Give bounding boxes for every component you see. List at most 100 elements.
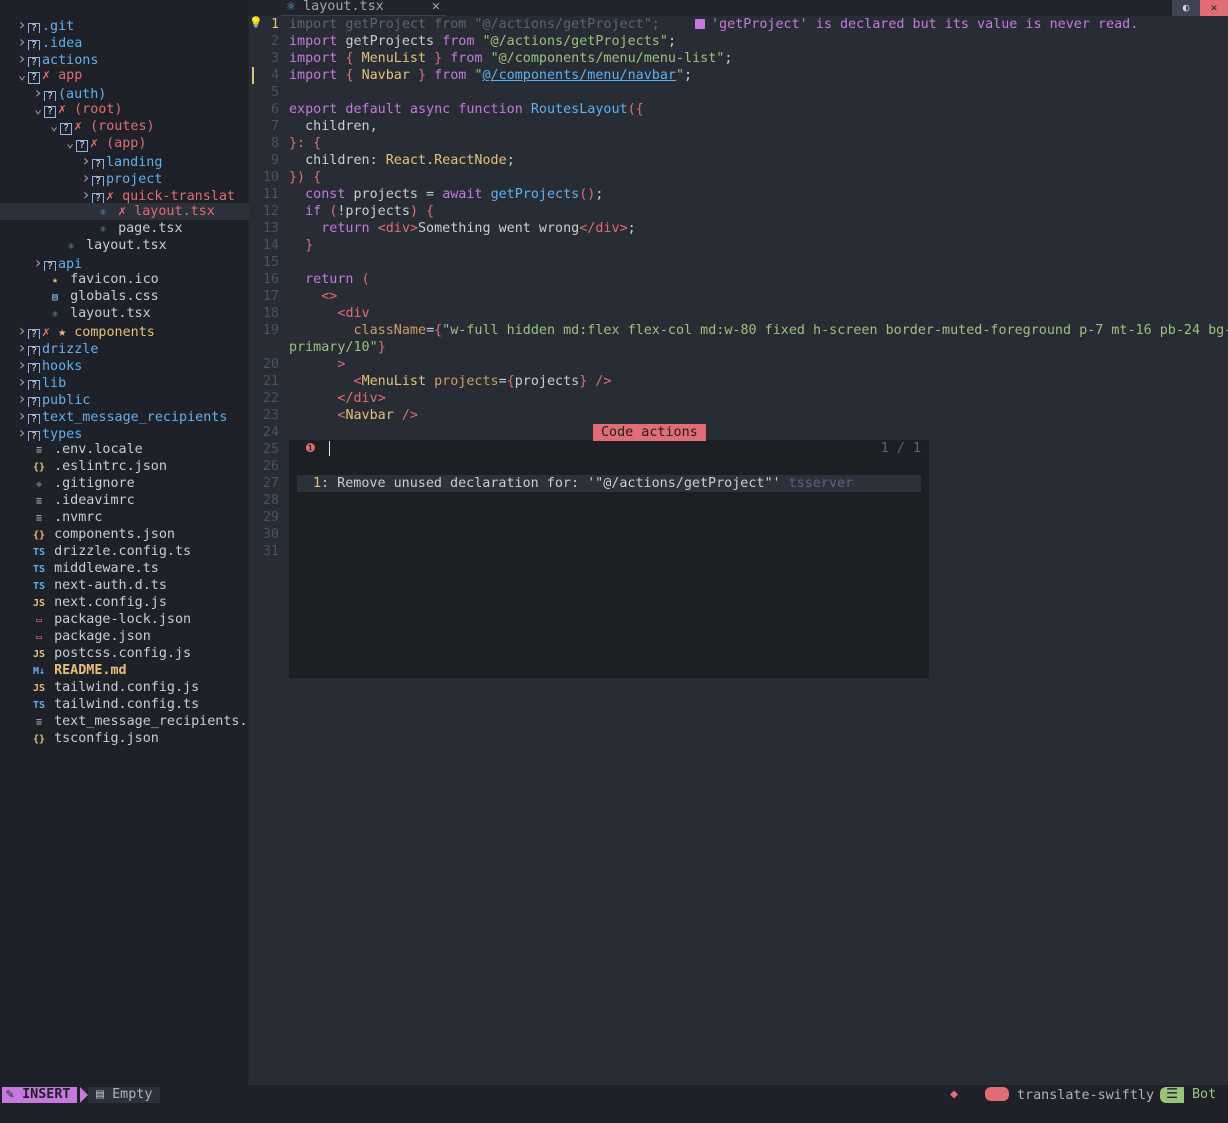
tree-item-label: drizzle.config.ts: [54, 544, 192, 559]
tree-folder[interactable]: ›? actions: [0, 50, 249, 67]
tree-file[interactable]: ≡ text_message_recipients.: [0, 713, 249, 730]
chevron-right-icon[interactable]: ›: [16, 424, 28, 441]
tree-file[interactable]: M↓ README.md: [0, 662, 249, 679]
close-icon[interactable]: ✕: [1200, 0, 1228, 16]
code-line: <MenuList projects={projects} />: [353, 374, 612, 389]
chevron-right-icon[interactable]: ›: [16, 16, 28, 33]
chevron-right-icon[interactable]: ›: [32, 84, 44, 101]
tree-folder[interactable]: ›? drizzle: [0, 339, 249, 356]
tree-folder[interactable]: ›? landing: [0, 152, 249, 169]
tree-file[interactable]: ★ favicon.ico: [0, 271, 249, 288]
tree-folder[interactable]: ⌄? ✗ (routes): [0, 118, 249, 135]
tree-folder[interactable]: ›? public: [0, 390, 249, 407]
tree-file[interactable]: ◆ .gitignore: [0, 475, 249, 492]
code-line: <div: [337, 306, 370, 321]
tree-folder[interactable]: ›? text_message_recipients: [0, 407, 249, 424]
folder-icon: ?: [60, 123, 72, 135]
chevron-right-icon[interactable]: ›: [16, 322, 28, 339]
tree-file[interactable]: JS tailwind.config.js: [0, 679, 249, 696]
tree-folder[interactable]: ›? hooks: [0, 356, 249, 373]
chevron-right-icon[interactable]: ›: [16, 33, 28, 50]
tree-file[interactable]: {} .eslintrc.json: [0, 458, 249, 475]
line-number: 3: [270, 51, 279, 66]
tree-file[interactable]: ⚛ page.tsx: [0, 220, 249, 237]
tree-file[interactable]: TS next-auth.d.ts: [0, 577, 249, 594]
line-number: 13: [262, 221, 279, 236]
code-action-item[interactable]: 1: Remove unused declaration for: '"@/ac…: [297, 475, 921, 492]
file-type-icon: TS: [32, 581, 46, 592]
chevron-right-icon[interactable]: ›: [32, 254, 44, 271]
tree-item-label: components.json: [54, 527, 175, 542]
tree-folder[interactable]: ›? api: [0, 254, 249, 271]
tree-file[interactable]: JS postcss.config.js: [0, 645, 249, 662]
chevron-down-icon[interactable]: ⌄: [16, 67, 28, 84]
tree-folder[interactable]: ›? lib: [0, 373, 249, 390]
file-type-icon: ★: [51, 275, 59, 286]
file-type-icon: TS: [32, 700, 46, 711]
tree-file[interactable]: ▤ globals.css: [0, 288, 249, 305]
tree-file[interactable]: ⚛ layout.tsx: [0, 237, 249, 254]
tree-file[interactable]: ▭ package.json: [0, 628, 249, 645]
tree-file[interactable]: {} components.json: [0, 526, 249, 543]
popup-count: 1 / 1: [880, 441, 921, 456]
folder-icon: ?: [44, 91, 56, 101]
tab-close-icon[interactable]: ✕: [432, 0, 440, 14]
line-number: 2: [270, 34, 279, 49]
chevron-right-icon[interactable]: ›: [16, 339, 28, 356]
tree-item-label: package.json: [54, 629, 151, 644]
git-branch: translate-swiftly: [985, 1087, 1154, 1103]
chevron-down-icon[interactable]: ⌄: [32, 101, 44, 118]
toggle-icon[interactable]: ◐: [1172, 0, 1200, 16]
tree-folder[interactable]: ›? (auth): [0, 84, 249, 101]
tree-file[interactable]: ≡ .env.locale: [0, 441, 249, 458]
file-type-icon: JS: [32, 598, 46, 609]
tree-folder[interactable]: ›? project: [0, 169, 249, 186]
chevron-right-icon[interactable]: ›: [80, 152, 92, 169]
tree-file[interactable]: ▭ package-lock.json: [0, 611, 249, 628]
tree-file[interactable]: TS drizzle.config.ts: [0, 543, 249, 560]
tree-file[interactable]: {} tsconfig.json: [0, 730, 249, 747]
chevron-right-icon[interactable]: ›: [16, 356, 28, 373]
code-line: <Navbar />: [337, 408, 418, 423]
tree-folder[interactable]: ›? types: [0, 424, 249, 441]
tree-folder[interactable]: ›? .idea: [0, 33, 249, 50]
tree-file[interactable]: TS tailwind.config.ts: [0, 696, 249, 713]
line-number: 24: [262, 425, 279, 440]
chevron-right-icon[interactable]: ›: [80, 169, 92, 186]
tree-folder[interactable]: ›? ✗ quick-translat: [0, 186, 249, 203]
chevron-down-icon[interactable]: ⌄: [64, 135, 76, 152]
line-number: 16: [262, 272, 279, 287]
chevron-down-icon[interactable]: ⌄: [48, 118, 60, 135]
chevron-right-icon[interactable]: ›: [16, 390, 28, 407]
tree-file[interactable]: JS next.config.js: [0, 594, 249, 611]
chevron-right-icon[interactable]: ›: [80, 186, 92, 203]
folder-icon: ?: [28, 363, 40, 373]
tree-folder[interactable]: ›? .git: [0, 16, 249, 33]
mode-icon: ✎: [6, 1087, 15, 1102]
tree-folder[interactable]: ⌄? ✗ (app): [0, 135, 249, 152]
tab-layout-tsx[interactable]: ⚛ layout.tsx ✕: [281, 0, 446, 16]
file-type-icon: ◆: [35, 479, 43, 490]
command-line[interactable]: [0, 1105, 1228, 1123]
tree-file[interactable]: ≡ .ideavimrc: [0, 492, 249, 509]
tree-folder[interactable]: ⌄? ✗ (root): [0, 101, 249, 118]
file-type-icon: ⚛: [67, 241, 75, 252]
code-line: >: [337, 357, 346, 372]
file-type-icon: ⚛: [99, 224, 107, 235]
code-line: </div>: [337, 391, 386, 406]
chevron-right-icon[interactable]: ›: [16, 407, 28, 424]
tree-folder[interactable]: ›? ✗ ★ components: [0, 322, 249, 339]
lightbulb-icon[interactable]: 💡: [249, 16, 263, 29]
popup-input-cursor[interactable]: [329, 441, 330, 456]
chevron-right-icon[interactable]: ›: [16, 373, 28, 390]
tree-file[interactable]: ⚛ ✗ layout.tsx: [0, 203, 249, 220]
line-number: 20: [262, 357, 279, 372]
tree-file[interactable]: ≡ .nvmrc: [0, 509, 249, 526]
file-type-icon: {}: [32, 530, 46, 541]
tree-file[interactable]: TS middleware.ts: [0, 560, 249, 577]
tree-folder[interactable]: ⌄? ✗ app: [0, 67, 249, 84]
hint-square-icon: [695, 19, 705, 29]
tree-file[interactable]: ⚛ layout.tsx: [0, 305, 249, 322]
chevron-right-icon[interactable]: ›: [16, 50, 28, 67]
line-number: 9: [270, 153, 279, 168]
